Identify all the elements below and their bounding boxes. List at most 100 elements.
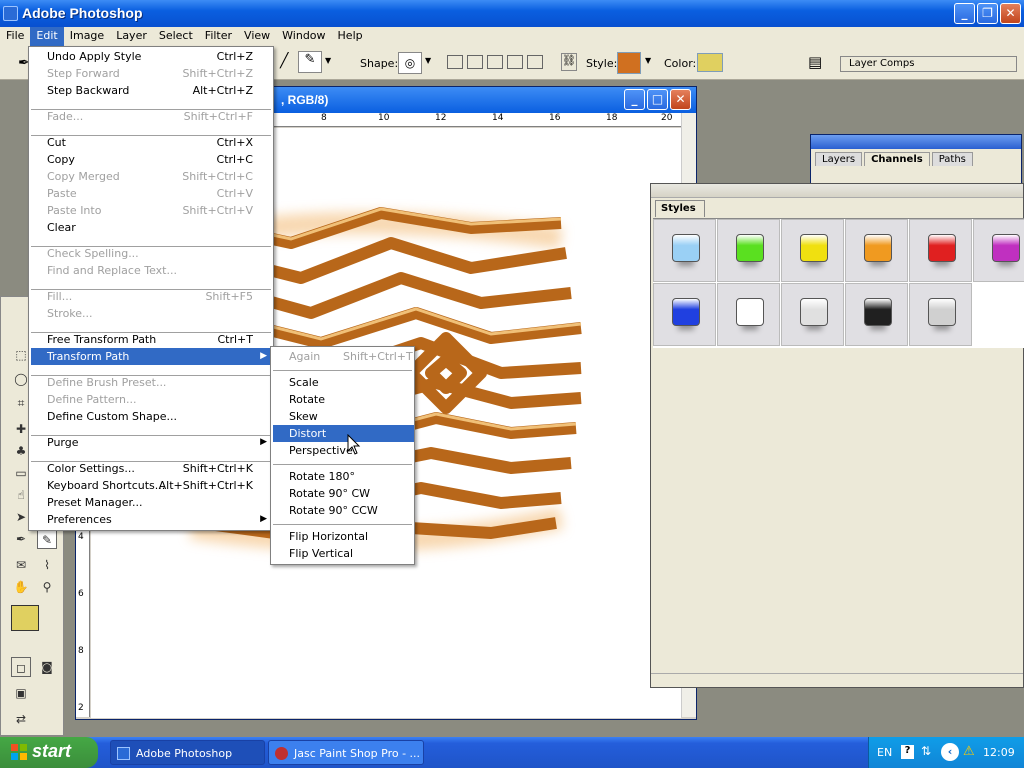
tab-channels[interactable]: Channels [864,152,930,166]
style-swatch[interactable] [845,283,908,346]
chevron-down-icon[interactable]: ▼ [325,56,331,65]
style-swatch[interactable] [909,283,972,346]
edit-menu: Undo Apply Style Ctrl+Z Step Forward Shift+… [28,46,274,531]
shape-label: Shape: [360,57,399,70]
menu-help[interactable]: Help [332,27,369,47]
ruler-label: 8 [78,646,84,656]
doc-minimize-button[interactable]: _ [624,89,645,110]
hand-tool-icon[interactable]: ✋ [11,577,31,597]
doc-close-button[interactable]: ✕ [670,89,691,110]
restore-button[interactable]: ❐ [977,3,998,24]
style-swatch[interactable] [845,219,908,282]
style-swatch[interactable] [653,219,716,282]
edit-menu-item[interactable]: Undo Apply Style Ctrl+Z [31,48,273,65]
edit-menu-item[interactable]: Keyboard Shortcuts... Alt+Shift+Ctrl+K [31,477,273,494]
help-icon[interactable]: ? [901,745,914,759]
menu-item-label: Rotate 180° [289,470,356,483]
style-preset-icon [672,298,700,326]
menu-filter[interactable]: Filter [199,27,238,47]
ruler-label: 2 [78,703,84,713]
menu-window[interactable]: Window [276,27,331,47]
transform-menu-item[interactable]: Scale [273,374,414,391]
transform-menu-item[interactable]: Flip Horizontal [273,528,414,545]
start-button[interactable]: start [0,737,98,768]
style-swatch[interactable] [717,283,780,346]
intersect-shape-icon[interactable] [507,55,523,69]
menu-layer[interactable]: Layer [110,27,153,47]
style-swatch[interactable] [781,283,844,346]
menu-view[interactable]: View [238,27,276,47]
jump-to-imageready-icon[interactable]: ⇄ [11,709,31,729]
edit-menu-item[interactable]: Step Backward Alt+Ctrl+Z [31,82,273,99]
screen-mode-icon[interactable]: ▣ [11,683,31,703]
eyedropper-tool-icon[interactable]: ⌇ [37,555,57,575]
style-swatch[interactable] [653,283,716,346]
taskbar-item-photoshop[interactable]: Adobe Photoshop [110,740,265,765]
style-swatch[interactable] [909,219,972,282]
color-swatch[interactable] [697,53,723,72]
menu-select[interactable]: Select [153,27,199,47]
subtract-shape-icon[interactable] [487,55,503,69]
menu-item-shortcut: Shift+Ctrl+C [182,170,253,183]
transform-menu-item[interactable]: Rotate 180° [273,468,414,485]
custom-shape-tool-icon[interactable]: ✎ [298,51,322,73]
close-button[interactable]: ✕ [1000,3,1021,24]
language-indicator[interactable]: EN [877,746,892,759]
network-icon[interactable]: ⇅ [921,744,931,758]
menu-bar: File Edit Image Layer Select Filter View… [0,27,1024,47]
transform-menu-item[interactable]: Rotate 90° CCW [273,502,414,519]
transform-menu-item[interactable]: Skew [273,408,414,425]
transform-menu-item[interactable]: Rotate 90° CW [273,485,414,502]
menu-edit[interactable]: Edit [30,27,64,47]
foreground-color[interactable] [11,605,39,631]
edit-menu-item[interactable]: Free Transform Path Ctrl+T [31,331,273,348]
new-shape-layer-icon[interactable] [447,55,463,69]
doc-maximize-button[interactable]: □ [647,89,668,110]
tab-paths[interactable]: Paths [931,152,973,166]
edit-menu-item: Paste Into Shift+Ctrl+V [31,202,273,219]
line-tool-icon[interactable]: ╱ [280,53,288,69]
edit-menu-item[interactable]: Copy Ctrl+C [31,151,273,168]
edit-menu-item[interactable]: Preset Manager... [31,494,273,511]
menu-item-label: Distort [289,427,327,440]
style-swatch[interactable] [973,219,1024,282]
taskbar-item-paintshop[interactable]: Jasc Paint Shop Pro - ... [268,740,424,765]
edit-menu-item[interactable]: Color Settings... Shift+Ctrl+K [31,460,273,477]
edit-menu-item[interactable]: Clear [31,219,273,236]
edit-menu-item[interactable]: Preferences ▶ [31,511,273,528]
exclude-shape-icon[interactable] [527,55,543,69]
standard-mode-icon[interactable]: ◻ [11,657,31,677]
chevron-left-icon[interactable]: ‹ [941,743,959,761]
style-swatch[interactable] [717,219,780,282]
menu-item-label: Flip Vertical [289,547,354,560]
transform-menu-item[interactable]: Perspective [273,442,414,459]
pen-tool-icon[interactable]: ✒ [11,529,31,549]
transform-menu-item[interactable]: Distort [273,425,414,442]
chevron-down-icon[interactable]: ▼ [425,56,431,65]
menu-file[interactable]: File [0,27,30,47]
transform-menu-item[interactable]: Flip Vertical [273,545,414,562]
custom-shape-tool-icon[interactable]: ✎ [37,529,57,549]
edit-menu-item[interactable]: Define Custom Shape... [31,408,273,425]
minimize-button[interactable]: _ [954,3,975,24]
edit-menu-item[interactable]: Purge ▶ [31,434,273,451]
shape-picker[interactable]: ◎ [398,52,422,74]
security-alert-icon[interactable]: ⚠ [963,744,975,759]
tab-layers[interactable]: Layers [815,152,863,166]
zoom-tool-icon[interactable]: ⚲ [37,577,57,597]
notes-tool-icon[interactable]: ✉ [11,555,31,575]
edit-menu-item[interactable]: Transform Path ▶ [31,348,273,365]
menu-image[interactable]: Image [64,27,110,47]
palette-well-icon[interactable]: ▤ [808,53,822,71]
link-icon[interactable]: ⛓ [561,53,577,71]
add-shape-icon[interactable] [467,55,483,69]
layer-comps-tab[interactable]: Layer Comps [840,56,1017,72]
style-picker[interactable] [617,52,641,74]
tab-styles[interactable]: Styles [655,200,705,217]
style-swatch[interactable] [781,219,844,282]
edit-menu-item[interactable]: Cut Ctrl+X [31,134,273,151]
chevron-down-icon[interactable]: ▼ [645,56,651,65]
transform-menu-item[interactable]: Rotate [273,391,414,408]
quick-mask-icon[interactable]: ◙ [37,657,57,677]
menu-separator [31,435,271,436]
